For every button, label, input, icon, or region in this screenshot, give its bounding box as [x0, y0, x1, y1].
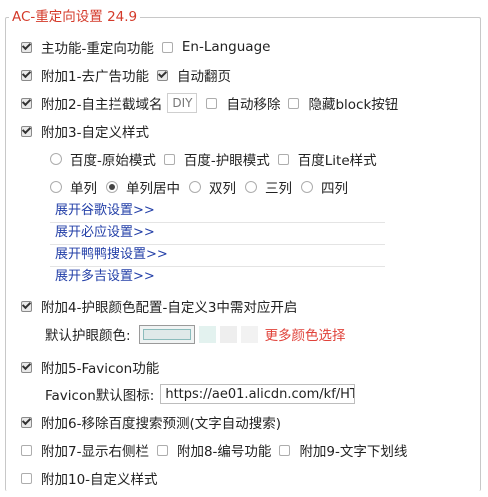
- auto-page-checkbox[interactable]: [156, 69, 168, 81]
- baidu-lite-checkbox[interactable]: [277, 153, 289, 165]
- hide-block-button-checkbox[interactable]: [288, 97, 300, 109]
- quad-column-label: 四列: [321, 181, 348, 197]
- main-function-checkbox[interactable]: [21, 41, 32, 53]
- row-block-domain: 附加2-自主拦截域名 DIY 自动移除 隐藏block按钮: [21, 92, 398, 114]
- remove-ads-label: 附加1-去广告功能: [41, 69, 149, 85]
- color-swatch-gray[interactable]: [219, 325, 237, 343]
- triple-column-radio[interactable]: [245, 181, 257, 193]
- favicon-default-label: Favicon默认图标:: [45, 388, 155, 404]
- expand-dogedoge-link[interactable]: 展开多吉设置>>: [55, 267, 155, 287]
- auto-page-label: 自动翻页: [176, 69, 231, 85]
- row-main-function: 主功能-重定向功能 En-Language: [21, 36, 270, 58]
- single-center-label: 单列居中: [126, 181, 180, 197]
- underline-label: 附加9-文字下划线: [299, 444, 408, 460]
- remove-prediction-checkbox[interactable]: [21, 416, 32, 428]
- quad-column-radio[interactable]: [301, 181, 313, 193]
- triple-column-label: 三列: [265, 181, 292, 197]
- hide-block-button-label: 隐藏block按钮: [308, 97, 399, 113]
- favicon-checkbox[interactable]: [21, 361, 32, 373]
- baidu-original-radio[interactable]: [50, 153, 62, 165]
- custom-style-checkbox[interactable]: [21, 125, 32, 137]
- row-ad-removal: 附加1-去广告功能 自动翻页: [21, 64, 231, 86]
- custom-style-10-checkbox[interactable]: [21, 472, 32, 484]
- settings-legend: AC-重定向设置 24.9: [9, 8, 141, 26]
- auto-remove-checkbox[interactable]: [206, 97, 218, 109]
- remove-prediction-label: 附加6-移除百度搜索预测(文字自动搜索): [41, 416, 281, 432]
- color-swatch-mint[interactable]: [198, 325, 216, 343]
- en-language-checkbox[interactable]: [161, 41, 173, 53]
- eye-color-checkbox[interactable]: [21, 300, 32, 312]
- baidu-eye-mode-label: 百度-护眼模式: [183, 153, 270, 169]
- en-language-label: En-Language: [181, 39, 271, 55]
- block-domain-label: 附加2-自主拦截域名: [41, 97, 163, 113]
- main-function-label: 主功能-重定向功能: [41, 41, 154, 57]
- favicon-url-input[interactable]: https://ae01.alicdn.com/kf/HTB1dR: [160, 384, 356, 404]
- diy-button[interactable]: DIY: [167, 93, 198, 113]
- favicon-label: 附加5-Favicon功能: [41, 361, 160, 377]
- row-remove-prediction: 附加6-移除百度搜索预测(文字自动搜索): [21, 411, 281, 433]
- row-favicon: 附加5-Favicon功能: [21, 356, 159, 378]
- right-sidebar-label: 附加7-显示右侧栏: [41, 444, 149, 460]
- row-extra-options: 附加7-显示右侧栏 附加8-编号功能 附加9-文字下划线: [21, 439, 407, 461]
- expand-duckduckgo-link[interactable]: 展开鸭鸭搜设置>>: [55, 245, 168, 265]
- double-column-label: 双列: [209, 181, 236, 197]
- eye-color-picker[interactable]: [138, 324, 195, 344]
- row-default-eye-color: 默认护眼颜色: 更多颜色选择: [45, 323, 346, 345]
- underline-checkbox[interactable]: [279, 444, 291, 456]
- single-column-label: 单列: [70, 181, 97, 197]
- baidu-original-label: 百度-原始模式: [70, 153, 156, 169]
- custom-style-label: 附加3-自定义样式: [41, 125, 149, 141]
- row-eye-color: 附加4-护眼颜色配置-自定义3中需对应开启: [21, 295, 297, 317]
- right-sidebar-checkbox[interactable]: [21, 444, 32, 456]
- baidu-eye-mode-checkbox[interactable]: [163, 153, 175, 165]
- row-baidu-modes: 百度-原始模式 百度-护眼模式 百度Lite样式: [50, 148, 377, 170]
- expand-google-link[interactable]: 展开谷歌设置>>: [55, 201, 155, 221]
- row-custom-style: 附加3-自定义样式: [21, 120, 149, 142]
- remove-ads-checkbox[interactable]: [21, 69, 32, 81]
- single-center-radio[interactable]: [106, 181, 118, 193]
- auto-remove-label: 自动移除: [226, 97, 281, 113]
- baidu-lite-label: 百度Lite样式: [297, 153, 377, 169]
- double-column-radio[interactable]: [189, 181, 201, 193]
- row-favicon-default: Favicon默认图标: https://ae01.alicdn.com/kf/…: [45, 383, 356, 405]
- default-eye-color-label: 默认护眼颜色:: [45, 328, 131, 344]
- single-column-radio[interactable]: [50, 181, 62, 193]
- numbering-checkbox[interactable]: [156, 444, 168, 456]
- color-swatch-light[interactable]: [240, 325, 258, 343]
- eye-color-label: 附加4-护眼颜色配置-自定义3中需对应开启: [41, 300, 298, 316]
- row-custom-style-10: 附加10-自定义样式: [21, 467, 158, 489]
- custom-style-10-label: 附加10-自定义样式: [41, 472, 158, 488]
- block-domain-checkbox[interactable]: [21, 97, 32, 109]
- more-colors-link[interactable]: 更多颜色选择: [265, 324, 346, 344]
- row-column-layout: 单列 单列居中 双列 三列 四列: [50, 176, 348, 198]
- numbering-label: 附加8-编号功能: [176, 444, 272, 460]
- expand-bing-link[interactable]: 展开必应设置>>: [55, 223, 155, 243]
